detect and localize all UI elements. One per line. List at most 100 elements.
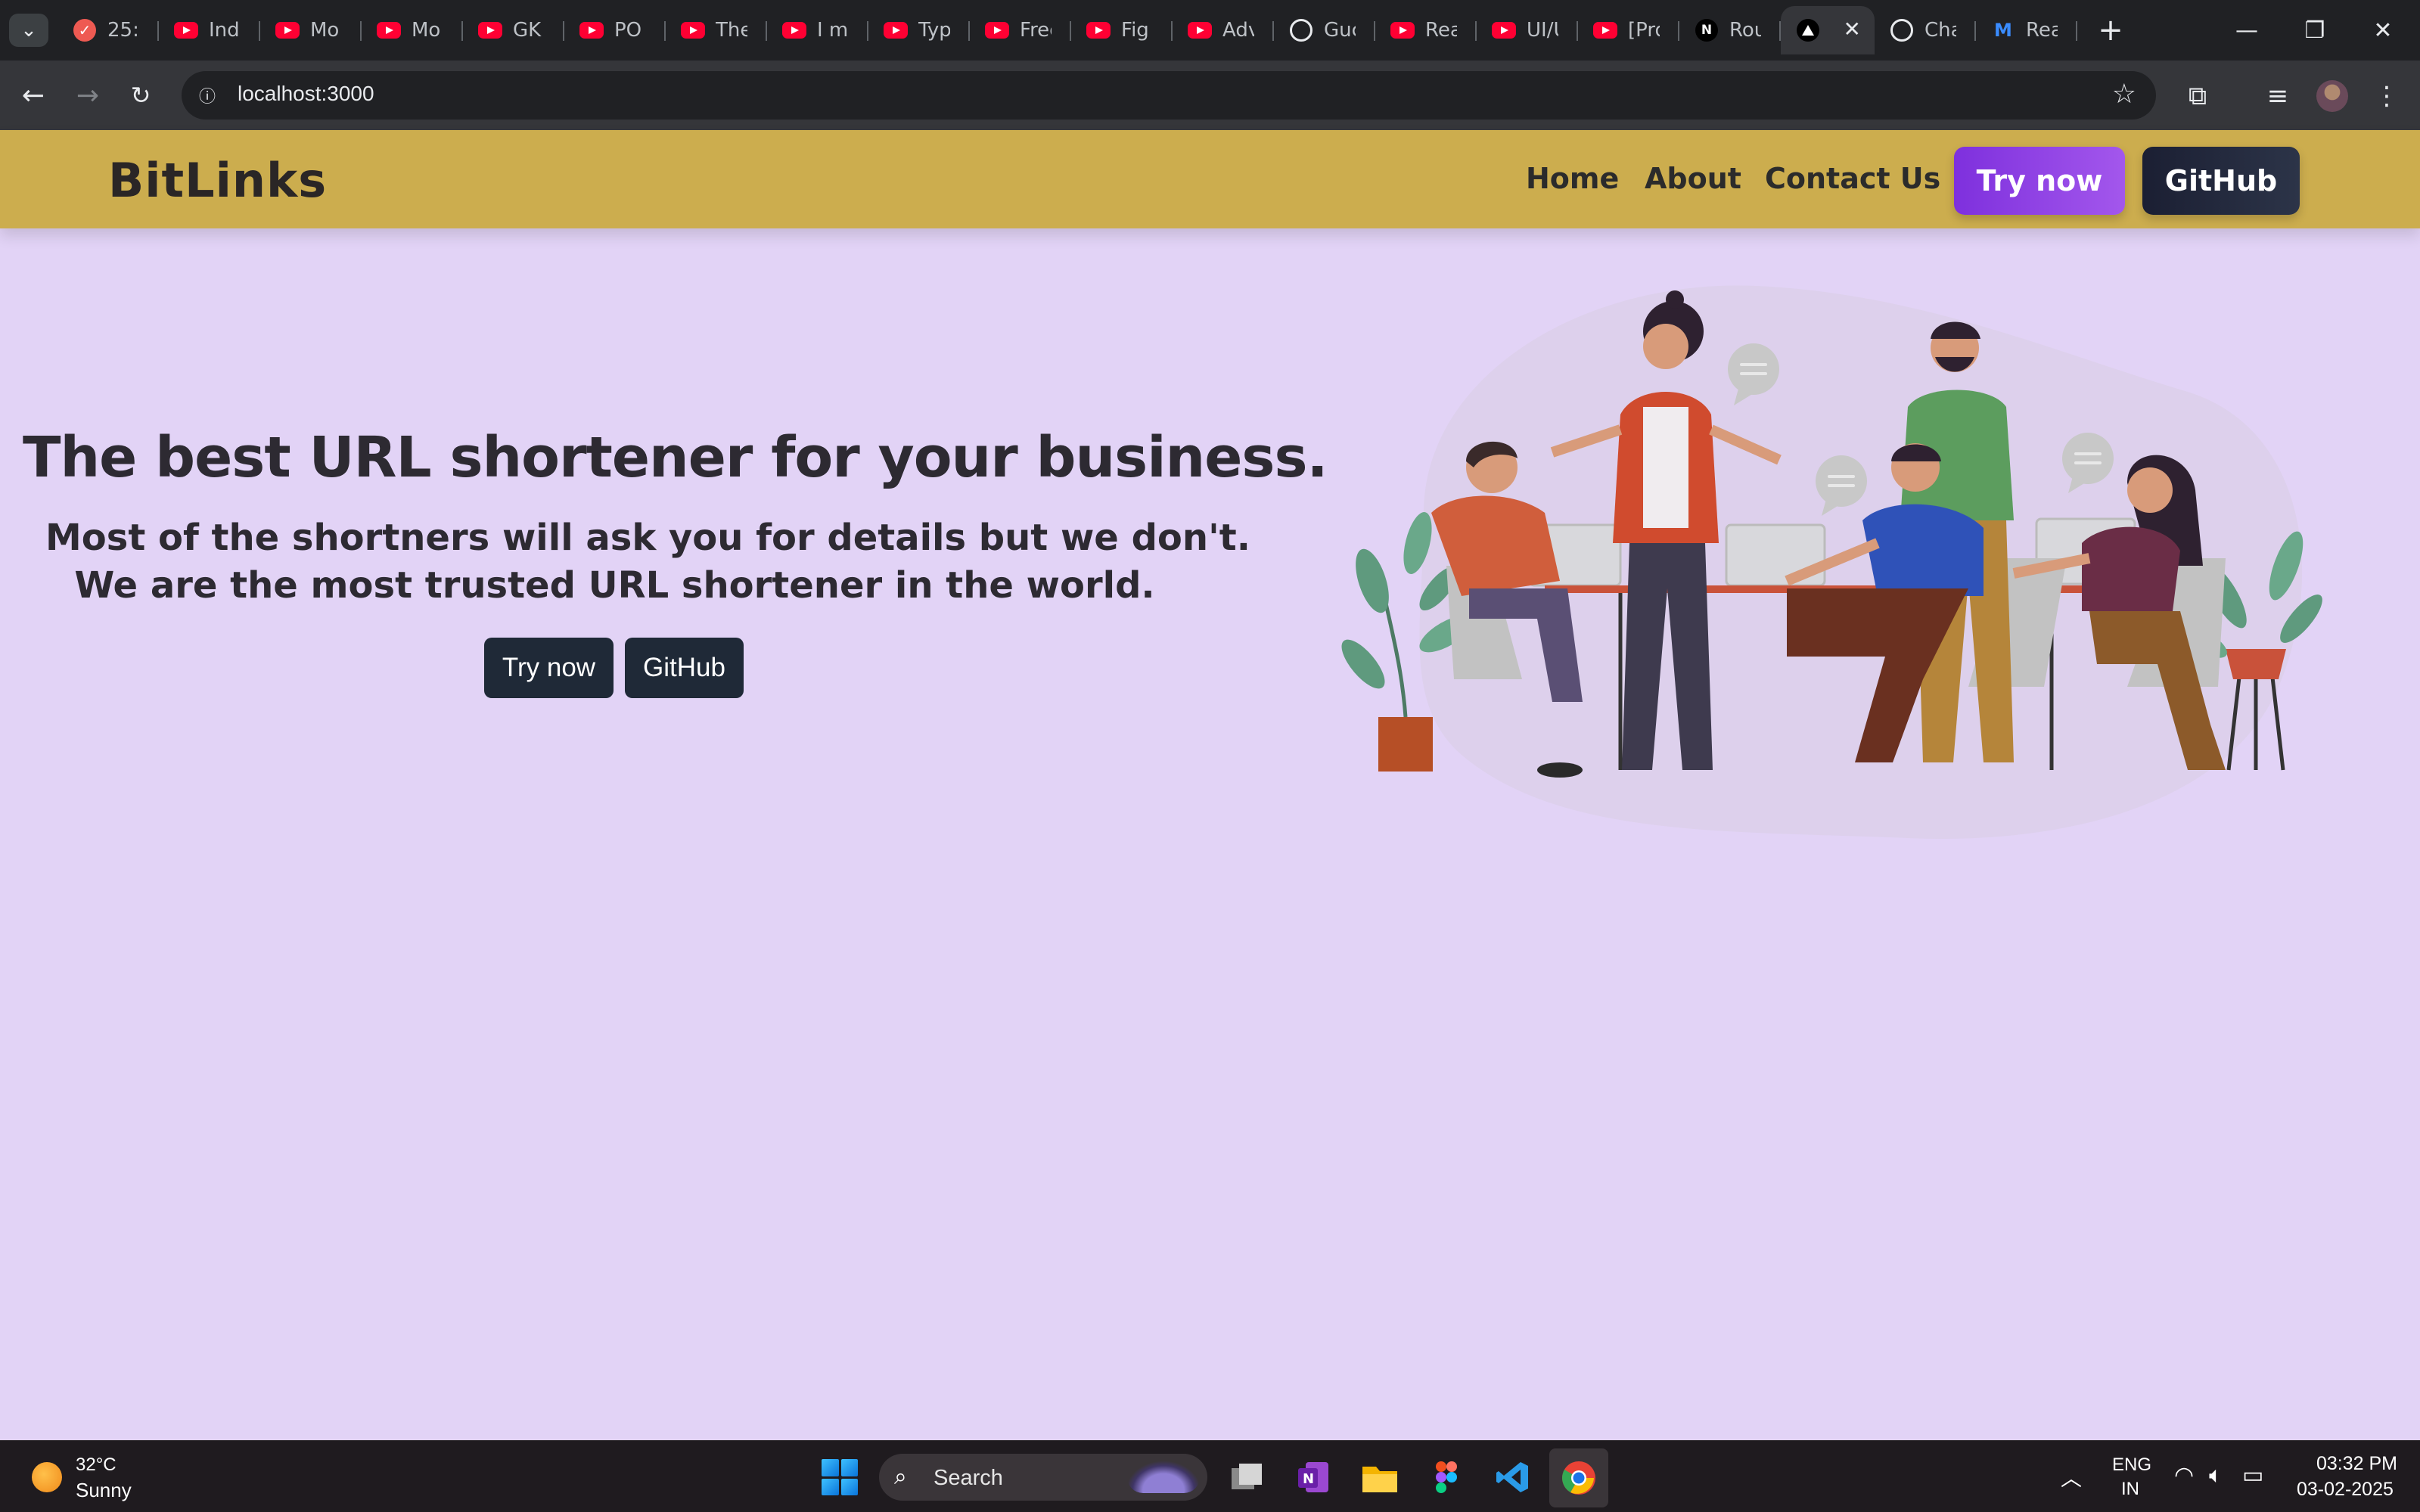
browser-tab[interactable]: M Rea: [1976, 6, 2077, 54]
tab-title: Rou: [1729, 19, 1761, 42]
chrome-icon[interactable]: [1549, 1448, 1608, 1507]
browser-tab[interactable]: UI/U: [1477, 6, 1578, 54]
profile-avatar[interactable]: [2316, 80, 2348, 112]
browser-tab[interactable]: Adv: [1173, 6, 1274, 54]
battery-icon[interactable]: ▭: [2242, 1462, 2263, 1489]
nav-about-link[interactable]: About: [1645, 162, 1741, 195]
site-logo[interactable]: BitLinks: [108, 153, 327, 208]
windows-taskbar: 32°C Sunny ⌕ Search N ︿ ENG IN ◠ 🔈︎ ▭ 03…: [0, 1440, 2420, 1512]
windows-start-icon[interactable]: [822, 1459, 858, 1495]
clock-date[interactable]: 03-02-2025: [2297, 1479, 2394, 1501]
site-navbar: BitLinks Home About Contact Us Try now G…: [0, 130, 2420, 228]
site-info-icon[interactable]: ⓘ: [192, 80, 222, 110]
wifi-icon[interactable]: ◠: [2174, 1462, 2194, 1489]
browser-tab[interactable]: Rea: [1375, 6, 1477, 54]
mui-icon: M: [1994, 20, 2012, 41]
clock-time[interactable]: 03:32 PM: [2316, 1453, 2397, 1475]
weather-temperature[interactable]: 32°C: [76, 1455, 116, 1476]
address-bar[interactable]: ⓘ localhost:3000 ☆: [182, 71, 2156, 120]
browser-tab[interactable]: PO: [564, 6, 666, 54]
tab-close-icon[interactable]: ✕: [1844, 17, 1861, 42]
tab-list: ✓ 25:5 Indi Mo Mo GK PO The I ma Typ Free Fig Adv Guc…: [57, 6, 2077, 54]
browser-tab[interactable]: ✓ 25:5: [57, 6, 159, 54]
browser-tab[interactable]: GK: [463, 6, 564, 54]
volume-icon[interactable]: 🔈︎: [2209, 1462, 2223, 1489]
browser-tab[interactable]: Mo: [362, 6, 463, 54]
input-region[interactable]: IN: [2121, 1479, 2139, 1500]
chatgpt-icon: [1890, 18, 1914, 42]
onenote-icon[interactable]: N: [1292, 1456, 1334, 1498]
browser-tab[interactable]: Typ: [868, 6, 970, 54]
chatgpt-icon: [1289, 18, 1313, 42]
tab-title: GK: [513, 19, 542, 42]
notion-icon: N: [1695, 18, 1719, 42]
taskbar-search-label: Search: [934, 1466, 1003, 1490]
browser-tab[interactable]: Free: [970, 6, 1071, 54]
bookmark-star-icon[interactable]: ☆: [2112, 79, 2136, 110]
browser-tab[interactable]: Cha: [1875, 6, 1976, 54]
browser-tab[interactable]: Mo: [260, 6, 362, 54]
check-icon: ✓: [73, 18, 97, 42]
vscode-icon[interactable]: [1492, 1456, 1534, 1498]
browser-tab[interactable]: Indi: [159, 6, 260, 54]
browser-tab[interactable]: Fig: [1071, 6, 1173, 54]
team-meeting-illustration: [1341, 285, 2322, 839]
taskbar-search-box[interactable]: ⌕ Search: [879, 1454, 1207, 1501]
svg-text:N: N: [1303, 1471, 1314, 1487]
minimize-icon[interactable]: —: [2213, 8, 2281, 53]
forward-arrow-icon[interactable]: →: [68, 76, 107, 115]
hero-try-now-button[interactable]: Try now: [484, 638, 614, 698]
tab-title: 25:5: [107, 19, 139, 42]
sun-weather-icon[interactable]: [32, 1462, 62, 1492]
youtube-icon: [174, 18, 198, 42]
youtube-icon: [275, 18, 300, 42]
input-language[interactable]: ENG: [2112, 1455, 2151, 1476]
youtube-icon: [782, 18, 806, 42]
youtube-icon: [681, 18, 705, 42]
browser-tab-active[interactable]: ✕: [1781, 6, 1875, 54]
tab-title: [Pro: [1628, 19, 1660, 42]
youtube-icon: [985, 18, 1009, 42]
back-arrow-icon[interactable]: ←: [14, 76, 53, 115]
youtube-icon: [1188, 18, 1212, 42]
nav-home-link[interactable]: Home: [1526, 162, 1619, 195]
restore-icon[interactable]: ❐: [2281, 8, 2349, 53]
youtube-icon: [884, 18, 908, 42]
youtube-icon: [1390, 18, 1415, 42]
nav-github-button[interactable]: GitHub: [2142, 147, 2300, 215]
hero-subtitle-line-2: We are the most trusted URL shortener in…: [74, 564, 1155, 607]
tab-search-chevron-icon[interactable]: ⌄: [9, 14, 48, 47]
tab-title: Indi: [209, 19, 241, 42]
figma-icon[interactable]: [1425, 1456, 1468, 1498]
url-text[interactable]: localhost:3000: [238, 82, 374, 106]
hero-github-button[interactable]: GitHub: [625, 638, 744, 698]
task-view-icon[interactable]: [1226, 1456, 1268, 1498]
tab-title: I ma: [817, 19, 849, 42]
youtube-icon: [377, 18, 401, 42]
window-close-icon[interactable]: ✕: [2349, 8, 2417, 53]
browser-tab[interactable]: I ma: [767, 6, 868, 54]
search-icon: ⌕: [894, 1464, 907, 1490]
media-controls-icon[interactable]: ≡: [2259, 77, 2297, 115]
browser-tab[interactable]: N Rou: [1679, 6, 1781, 54]
tab-title: Free: [1020, 19, 1052, 42]
browser-menu-kebab-icon[interactable]: ⋮: [2368, 77, 2406, 115]
tab-title: Mo: [310, 19, 340, 42]
browser-tab[interactable]: [Pro: [1578, 6, 1679, 54]
nextjs-icon: [1796, 18, 1820, 42]
tab-title: Guc: [1324, 19, 1356, 42]
tab-title: PO: [614, 19, 642, 42]
new-tab-plus-icon[interactable]: +: [2092, 12, 2129, 48]
weather-condition[interactable]: Sunny: [76, 1479, 132, 1502]
file-explorer-icon[interactable]: [1359, 1456, 1401, 1498]
reload-icon[interactable]: ↻: [121, 76, 160, 115]
tab-title: Rea: [1425, 19, 1457, 42]
browser-tab[interactable]: The: [666, 6, 767, 54]
extensions-puzzle-icon[interactable]: ⧉: [2179, 77, 2217, 115]
browser-tab[interactable]: Guc: [1274, 6, 1375, 54]
tray-overflow-chevron-icon[interactable]: ︿: [2061, 1462, 2082, 1492]
tab-title: Mo: [412, 19, 441, 42]
nav-contact-link[interactable]: Contact Us: [1765, 162, 1940, 195]
nav-try-now-button[interactable]: Try now: [1954, 147, 2125, 215]
tab-title: Adv: [1222, 19, 1254, 42]
